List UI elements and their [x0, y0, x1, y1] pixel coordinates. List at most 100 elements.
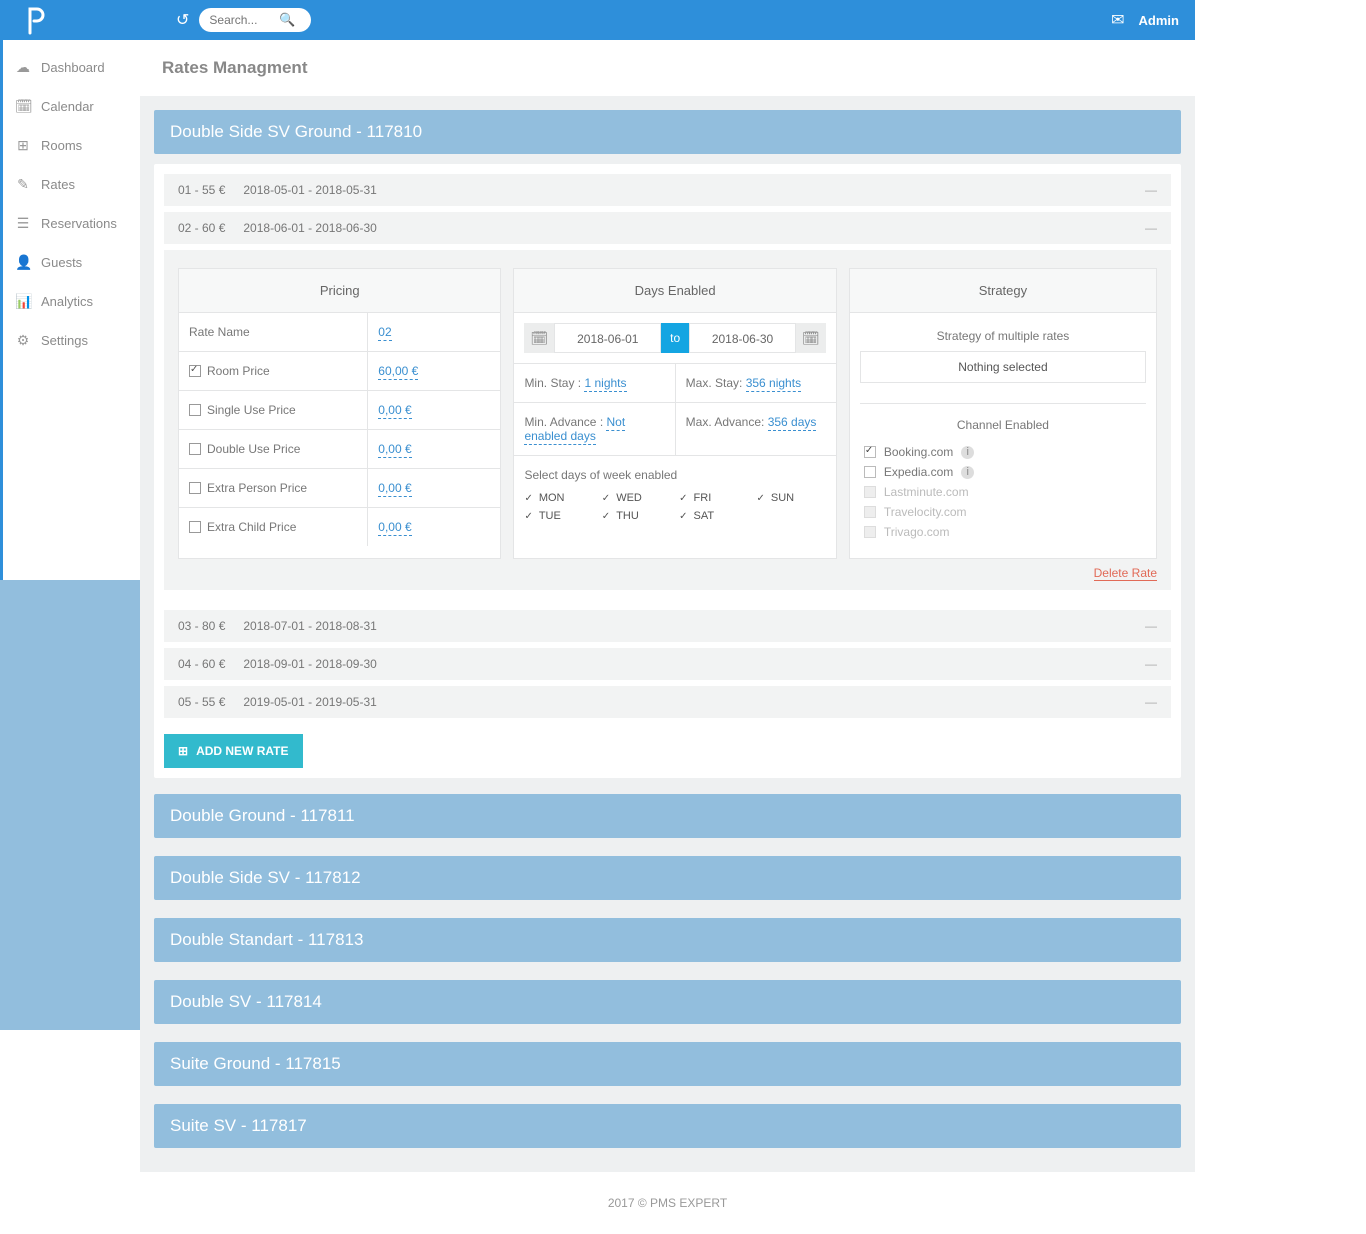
- to-separator: to: [661, 323, 689, 353]
- rate-id: 01 - 55 €: [178, 183, 225, 197]
- user-label[interactable]: Admin: [1139, 13, 1179, 28]
- sidebar-item-rooms[interactable]: ⊞ Rooms: [3, 126, 140, 165]
- collapse-icon: —: [1145, 657, 1157, 671]
- sidebar-icon: ⊞: [15, 137, 31, 154]
- sidebar-item-rates[interactable]: ✎Rates: [3, 165, 140, 204]
- price-checkbox[interactable]: [189, 443, 201, 455]
- info-icon[interactable]: i: [961, 466, 974, 479]
- sidebar-icon: 📊: [15, 293, 31, 310]
- sidebar-icon: ☰: [15, 215, 31, 232]
- weekday-sat[interactable]: SAT: [679, 510, 748, 522]
- delete-rate-link[interactable]: Delete Rate: [1094, 566, 1157, 581]
- rate-row-02[interactable]: 02 - 60 € 2018-06-01 - 2018-06-30 —: [164, 212, 1171, 244]
- collapse-icon: —: [1145, 183, 1157, 197]
- channel-expediacom[interactable]: Expedia.com i: [860, 462, 1146, 482]
- sidebar-item-label: Rooms: [41, 138, 82, 153]
- check-icon: [524, 492, 532, 504]
- weekday-fri[interactable]: FRI: [679, 492, 748, 504]
- channel-trivagocom: Trivago.com: [860, 522, 1146, 542]
- channel-checkbox[interactable]: [864, 466, 876, 478]
- price-value[interactable]: 0,00 €: [378, 442, 411, 458]
- sidebar-item-label: Guests: [41, 255, 82, 270]
- price-checkbox[interactable]: [189, 365, 201, 377]
- price-value[interactable]: 0,00 €: [378, 520, 411, 536]
- sidebar-item-calendar[interactable]: 🗓Calendar: [3, 87, 140, 126]
- price-label: Single Use Price: [179, 391, 367, 429]
- rate-id: 03 - 80 €: [178, 619, 225, 633]
- search-input[interactable]: [209, 13, 279, 27]
- sidebar-item-guests[interactable]: 👤 Guests: [3, 243, 140, 282]
- sidebar-item-label: Settings: [41, 333, 88, 348]
- calendar-icon[interactable]: 🗓: [796, 323, 826, 353]
- weekday-thu[interactable]: THU: [602, 510, 671, 522]
- channel-bookingcom[interactable]: Booking.com i: [860, 442, 1146, 462]
- roomtype-header-1[interactable]: Double Ground - 117811: [154, 794, 1181, 838]
- pricing-panel: Pricing Rate Name02Room Price60,00 €Sing…: [178, 268, 501, 559]
- weekday-mon[interactable]: MON: [524, 492, 593, 504]
- price-value[interactable]: 02: [378, 325, 391, 341]
- roomtype-header-3[interactable]: Double Standart - 117813: [154, 918, 1181, 962]
- roomtype-header-2[interactable]: Double Side SV - 117812: [154, 856, 1181, 900]
- sidebar-item-dashboard[interactable]: ☁Dashboard: [3, 48, 140, 87]
- channel-checkbox: [864, 526, 876, 538]
- search-box[interactable]: 🔍: [199, 8, 311, 32]
- rate-range: 2018-05-01 - 2018-05-31: [243, 183, 376, 197]
- rate-range: 2019-05-01 - 2019-05-31: [243, 695, 376, 709]
- weekday-wed[interactable]: WED: [602, 492, 671, 504]
- add-new-rate-button[interactable]: ⊞ ADD NEW RATE: [164, 734, 303, 768]
- weekday-tue[interactable]: TUE: [524, 510, 593, 522]
- mail-icon[interactable]: ✉: [1111, 10, 1124, 30]
- strategy-header: Strategy: [850, 269, 1156, 313]
- check-icon: [602, 492, 610, 504]
- sidebar-icon: ✎: [15, 176, 31, 193]
- sidebar-item-reservations[interactable]: ☰Reservations: [3, 204, 140, 243]
- sidebar-icon: ☁: [15, 59, 31, 76]
- weekday-sun[interactable]: SUN: [757, 492, 826, 504]
- price-label: Extra Person Price: [179, 469, 367, 507]
- strategy-select[interactable]: Nothing selected: [860, 351, 1146, 383]
- collapse-icon: —: [1145, 221, 1157, 235]
- roomtype-header-4[interactable]: Double SV - 117814: [154, 980, 1181, 1024]
- rate-row-01[interactable]: 01 - 55 € 2018-05-01 - 2018-05-31 —: [164, 174, 1171, 206]
- channel-checkbox[interactable]: [864, 446, 876, 458]
- check-icon: [757, 492, 765, 504]
- logo: [16, 0, 56, 40]
- rate-row-04[interactable]: 04 - 60 € 2018-09-01 - 2018-09-30 —: [164, 648, 1171, 680]
- rate-range: 2018-06-01 - 2018-06-30: [243, 221, 376, 235]
- check-icon: [679, 510, 687, 522]
- price-value[interactable]: 0,00 €: [378, 481, 411, 497]
- roomtype-header-5[interactable]: Suite Ground - 117815: [154, 1042, 1181, 1086]
- sidebar: ☁Dashboard🗓Calendar ⊞ Rooms ✎Rates☰Reservat…: [0, 40, 140, 580]
- price-value[interactable]: 60,00 €: [378, 364, 418, 380]
- min-stay-value[interactable]: 1 nights: [584, 376, 626, 392]
- max-stay-value[interactable]: 356 nights: [746, 376, 801, 392]
- rate-row-05[interactable]: 05 - 55 € 2019-05-01 - 2019-05-31 —: [164, 686, 1171, 718]
- rate-row-03[interactable]: 03 - 80 € 2018-07-01 - 2018-08-31 —: [164, 610, 1171, 642]
- sidebar-icon: 👤: [15, 254, 31, 271]
- date-from-input[interactable]: 2018-06-01: [554, 323, 661, 353]
- sidebar-item-label: Calendar: [41, 99, 94, 114]
- sidebar-item-analytics[interactable]: 📊Analytics: [3, 282, 140, 321]
- max-adv-value[interactable]: 356 days: [768, 415, 817, 431]
- days-panel: Days Enabled 🗓 2018-06-01 to 2018-06-30 …: [513, 268, 836, 559]
- page-title: Rates Managment: [162, 40, 1195, 96]
- sidebar-icon: ⚙: [15, 332, 31, 349]
- weekdays-label: Select days of week enabled: [524, 468, 825, 482]
- date-to-input[interactable]: 2018-06-30: [689, 323, 796, 353]
- info-icon[interactable]: i: [961, 446, 974, 459]
- rate-id: 05 - 55 €: [178, 695, 225, 709]
- price-checkbox[interactable]: [189, 482, 201, 494]
- plus-list-icon: ⊞: [178, 744, 188, 758]
- sidebar-item-settings[interactable]: ⚙ Settings: [3, 321, 140, 360]
- roomtype-header-0[interactable]: Double Side SV Ground - 117810: [154, 110, 1181, 154]
- back-icon[interactable]: ↺: [176, 10, 189, 30]
- calendar-icon[interactable]: 🗓: [524, 323, 554, 353]
- max-stay-cell: Max. Stay: 356 nights: [676, 364, 836, 402]
- price-checkbox[interactable]: [189, 521, 201, 533]
- search-icon[interactable]: 🔍: [279, 12, 295, 28]
- pricing-header: Pricing: [179, 269, 500, 313]
- price-value[interactable]: 0,00 €: [378, 403, 411, 419]
- price-checkbox[interactable]: [189, 404, 201, 416]
- channel-checkbox: [864, 506, 876, 518]
- roomtype-header-6[interactable]: Suite SV - 117817: [154, 1104, 1181, 1148]
